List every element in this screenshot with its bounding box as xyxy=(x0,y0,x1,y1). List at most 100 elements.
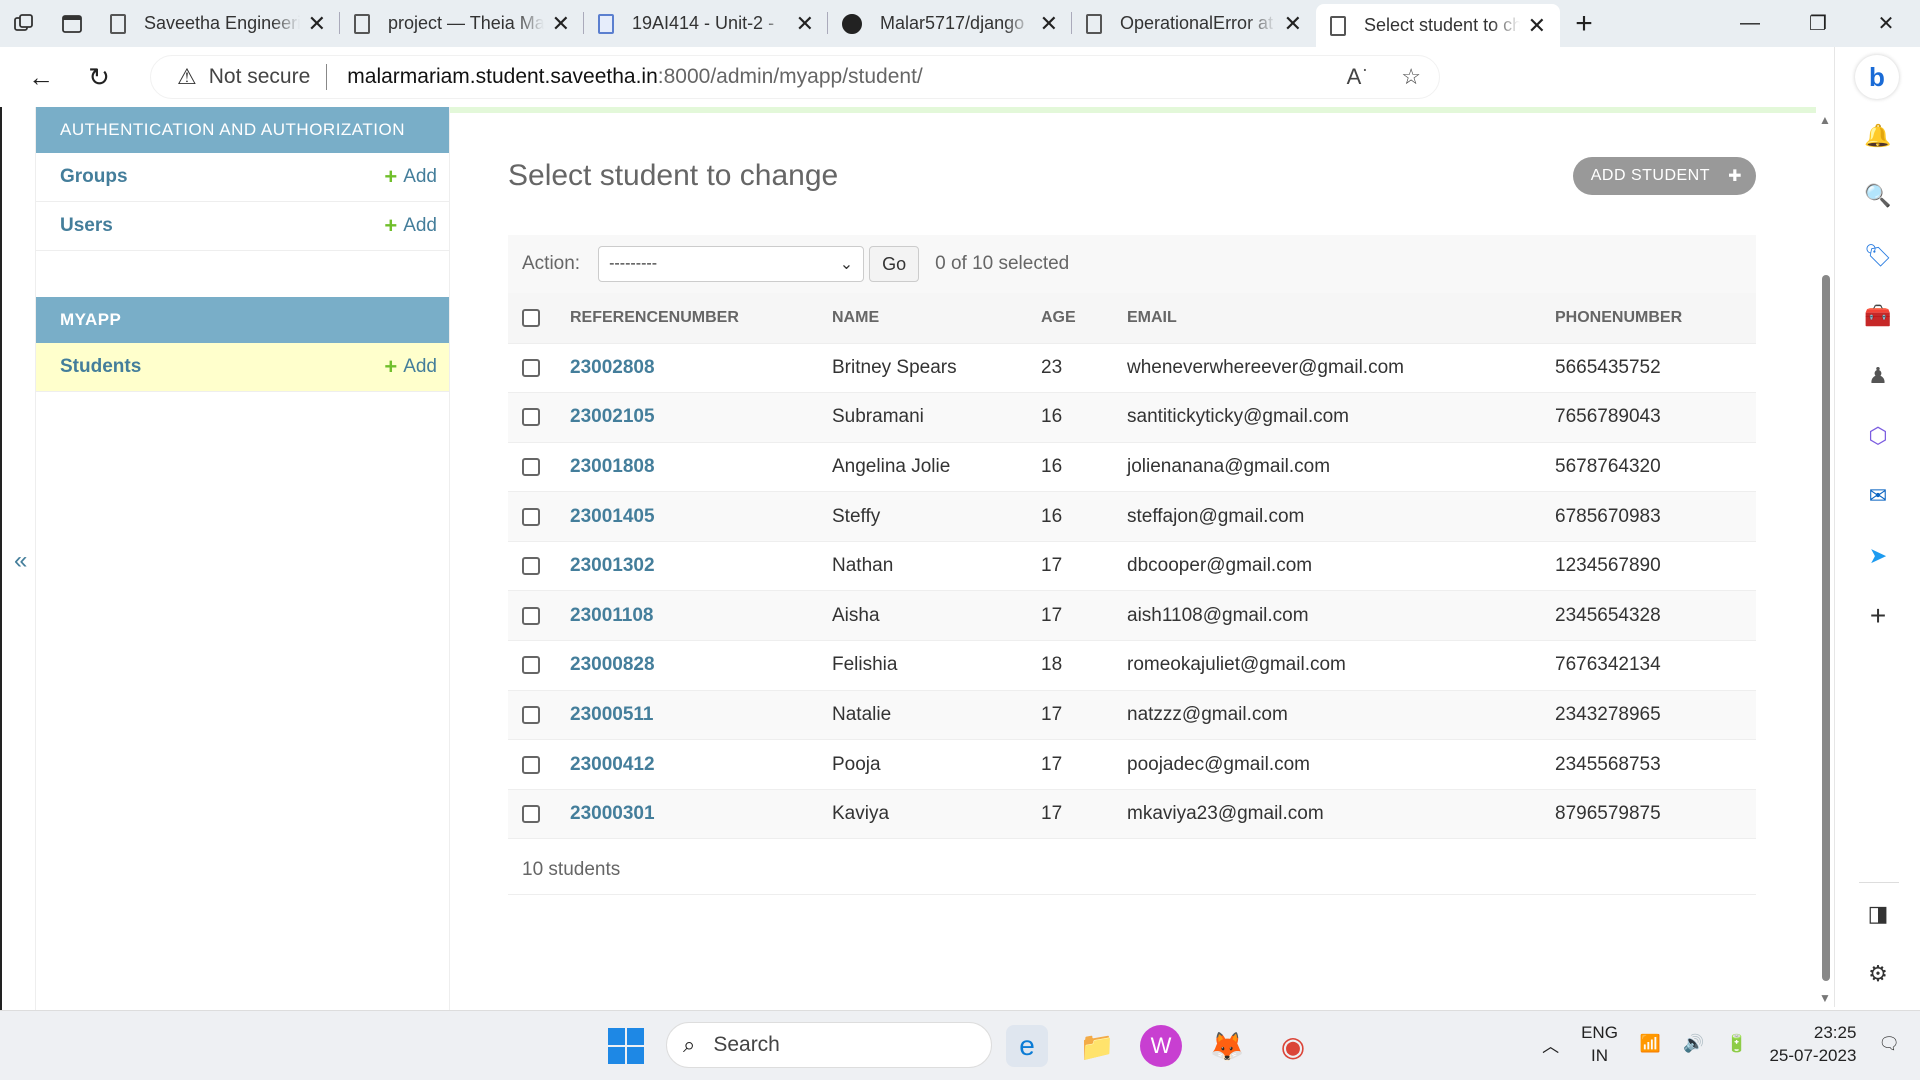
language-indicator[interactable]: ENG IN xyxy=(1581,1021,1618,1067)
module-caption-myapp[interactable]: MYAPP xyxy=(36,297,449,343)
users-link[interactable]: Users xyxy=(60,215,113,237)
favorite-star-icon[interactable]: ☆ xyxy=(1401,64,1421,90)
scrollbar-thumb[interactable] xyxy=(1822,275,1830,981)
groups-link[interactable]: Groups xyxy=(60,166,128,188)
nav-toggle-strip[interactable]: « xyxy=(0,107,36,1010)
column-header[interactable]: PHONENUMBER xyxy=(1555,293,1756,344)
outlook-icon[interactable]: ✉ xyxy=(1863,481,1893,511)
collapse-nav-icon[interactable]: « xyxy=(14,547,27,575)
tab-actions-icon[interactable] xyxy=(48,0,96,47)
reference-number-link[interactable]: 23000511 xyxy=(570,704,654,725)
new-tab-button[interactable]: + xyxy=(1560,7,1608,41)
close-tab-icon[interactable]: ✕ xyxy=(1040,11,1058,37)
browser-tab[interactable]: 19AI414 - Unit-2 - ✕ xyxy=(584,0,828,47)
tools-icon[interactable]: 🧰 xyxy=(1863,301,1893,331)
add-group-link[interactable]: + Add xyxy=(384,164,437,190)
close-tab-icon[interactable]: ✕ xyxy=(1528,13,1546,39)
back-icon[interactable]: ← xyxy=(12,47,70,107)
row-checkbox[interactable] xyxy=(522,507,540,526)
actions-bar: Action: --------- ⌄ Go 0 of 10 selected xyxy=(508,235,1756,293)
row-checkbox[interactable] xyxy=(522,408,540,427)
minimize-icon[interactable]: — xyxy=(1716,0,1784,47)
select-all-checkbox[interactable] xyxy=(522,308,540,327)
column-header[interactable]: REFERENCENUMBER xyxy=(570,293,832,344)
add-user-link[interactable]: + Add xyxy=(384,213,437,239)
close-tab-icon[interactable]: ✕ xyxy=(308,11,326,37)
hide-sidebar-icon[interactable]: ◨ xyxy=(1863,899,1893,929)
chrome-icon[interactable]: ◉ xyxy=(1272,1025,1314,1067)
close-tab-icon[interactable]: ✕ xyxy=(1284,11,1302,37)
reference-number-link[interactable]: 23001108 xyxy=(570,605,654,626)
search-icon[interactable]: 🔍 xyxy=(1863,181,1893,211)
games-icon[interactable]: ♟ xyxy=(1863,361,1893,391)
go-button[interactable]: Go xyxy=(869,246,920,282)
column-header[interactable]: NAME xyxy=(832,293,1041,344)
read-aloud-icon[interactable]: A͘ xyxy=(1347,64,1362,90)
add-student-link[interactable]: + Add xyxy=(384,354,437,380)
reference-number-link[interactable]: 23000301 xyxy=(570,803,655,824)
clock[interactable]: 23:25 25-07-2023 xyxy=(1769,1021,1856,1067)
row-checkbox[interactable] xyxy=(522,606,540,625)
send-icon[interactable]: ➤ xyxy=(1863,541,1893,571)
reference-number-link[interactable]: 23001808 xyxy=(570,456,655,477)
edge-browser-icon[interactable]: e xyxy=(1006,1025,1048,1067)
restore-icon[interactable]: ❐ xyxy=(1784,0,1852,47)
reference-number-link[interactable]: 23000412 xyxy=(570,754,655,775)
close-tab-icon[interactable]: ✕ xyxy=(552,11,570,37)
close-tab-icon[interactable]: ✕ xyxy=(796,11,814,37)
shopping-tag-icon[interactable]: 🏷 xyxy=(1863,241,1893,271)
age-cell: 16 xyxy=(1041,442,1127,493)
wifi-icon[interactable]: 📶 xyxy=(1640,1034,1661,1054)
taskbar-search[interactable]: ⌕ Search xyxy=(666,1022,992,1068)
reference-number-link[interactable]: 23002808 xyxy=(570,357,655,378)
row-checkbox[interactable] xyxy=(522,705,540,724)
firefox-icon[interactable]: 🦊 xyxy=(1206,1025,1248,1067)
notification-bell-icon[interactable]: 🔔 xyxy=(1863,121,1893,151)
battery-icon[interactable]: 🔋 xyxy=(1726,1034,1747,1054)
row-checkbox[interactable] xyxy=(522,805,540,824)
scroll-down-arrow-icon[interactable]: ▼ xyxy=(1819,991,1831,1005)
row-checkbox[interactable] xyxy=(522,755,540,774)
action-select[interactable]: --------- ⌄ xyxy=(598,246,865,282)
table-row: 23001108 Aisha 17 aish1108@gmail.com 2345654… xyxy=(508,590,1756,642)
column-header[interactable]: AGE xyxy=(1041,293,1127,344)
browser-tab[interactable]: Saveetha Engineering College ✕ xyxy=(96,0,340,47)
windows-start-icon[interactable] xyxy=(608,1028,644,1064)
browser-tab[interactable]: Malar5717/django ✕ xyxy=(828,0,1072,47)
microsoft-365-icon[interactable]: ⬡ xyxy=(1863,421,1893,451)
reference-number-link[interactable]: 23002105 xyxy=(570,406,655,427)
url-field[interactable]: ⚠ Not secure malarmariam.student.saveeth… xyxy=(150,55,1440,99)
row-checkbox[interactable] xyxy=(522,656,540,675)
django-nav-sidebar: AUTHENTICATION AND AUTHORIZATION Groups … xyxy=(36,107,450,1010)
students-link[interactable]: Students xyxy=(60,356,141,378)
wps-office-icon[interactable]: W xyxy=(1140,1025,1182,1067)
browser-tab[interactable]: project — Theia Malar ✕ xyxy=(340,0,584,47)
reference-number-link[interactable]: 23000828 xyxy=(570,654,655,675)
browser-tab-active[interactable]: Select student to change ✕ xyxy=(1316,4,1560,47)
close-window-icon[interactable]: ✕ xyxy=(1852,0,1920,47)
show-hidden-icons-chevron-icon[interactable]: ︿ xyxy=(1542,1032,1559,1057)
volume-icon[interactable]: 🔊 xyxy=(1683,1034,1704,1054)
region-code: IN xyxy=(1591,1046,1608,1065)
name-cell: Kaviya xyxy=(832,789,1041,840)
browser-tab[interactable]: OperationalError at ✕ xyxy=(1072,0,1316,47)
notification-center-icon[interactable]: 🗨 xyxy=(1878,1034,1900,1054)
bing-chat-icon[interactable]: b xyxy=(1855,55,1899,99)
security-label[interactable]: Not secure xyxy=(209,65,311,89)
file-explorer-icon[interactable]: 📁 xyxy=(1076,1025,1118,1067)
column-header[interactable]: EMAIL xyxy=(1127,293,1555,344)
refresh-icon[interactable]: ↻ xyxy=(70,47,128,107)
row-checkbox[interactable] xyxy=(522,358,540,377)
row-checkbox[interactable] xyxy=(522,557,540,576)
scroll-up-arrow-icon[interactable]: ▲ xyxy=(1819,113,1831,127)
add-student-button[interactable]: ADD STUDENT xyxy=(1572,157,1756,195)
reference-number-link[interactable]: 23001405 xyxy=(570,506,655,527)
settings-gear-icon[interactable]: ⚙ xyxy=(1863,959,1893,989)
windows-taskbar: ⌕ Search e 📁 W 🦊 ◉ ︿ ENG IN 📶 🔊 🔋 23:25 … xyxy=(0,1010,1920,1080)
add-sidebar-app-icon[interactable]: + xyxy=(1863,601,1893,631)
vertical-scrollbar[interactable]: ▲ ▼ xyxy=(1816,107,1834,1010)
module-caption-auth[interactable]: AUTHENTICATION AND AUTHORIZATION xyxy=(36,107,449,153)
workspaces-icon[interactable] xyxy=(0,0,48,47)
reference-number-link[interactable]: 23001302 xyxy=(570,555,655,576)
row-checkbox[interactable] xyxy=(522,457,540,476)
